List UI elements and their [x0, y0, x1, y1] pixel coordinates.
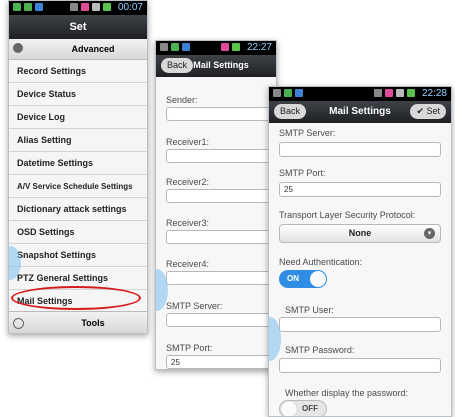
- usb-icon: [160, 43, 168, 51]
- signal-icon: [24, 3, 32, 11]
- chevron-down-icon: ▾: [424, 228, 435, 239]
- menu-item-device-status[interactable]: Device Status: [9, 83, 147, 106]
- wifi-icon: [92, 3, 100, 11]
- smtp-user-label: SMTP User:: [285, 305, 334, 315]
- mail-settings-screen-2: 22:28 Back Mail Settings ✔ Set SMTP Serv…: [268, 86, 452, 417]
- usb-icon: [13, 3, 21, 11]
- menu-item-device-log[interactable]: Device Log: [9, 106, 147, 129]
- smtp-port-input[interactable]: 25: [166, 355, 274, 369]
- smtp-password-label: SMTP Password:: [285, 345, 355, 355]
- menu-item-av-service-schedule[interactable]: A/V Service Schedule Settings: [9, 175, 147, 198]
- signal-icon: [284, 89, 292, 97]
- usb-icon: [273, 89, 281, 97]
- tools-footer[interactable]: Tools: [9, 311, 147, 333]
- smtp-server-input[interactable]: [279, 142, 441, 157]
- auth-label: Need Authentication:: [279, 257, 363, 267]
- display-password-label: Whether display the password:: [285, 388, 409, 398]
- app-icon: [182, 43, 190, 51]
- tls-select[interactable]: None ▾: [279, 224, 441, 243]
- sender-label: Sender:: [166, 95, 198, 105]
- smtp-user-input[interactable]: [279, 317, 441, 332]
- display-password-toggle[interactable]: OFF: [279, 400, 327, 416]
- receiver3-input[interactable]: [166, 230, 274, 244]
- menu-item-record-settings[interactable]: Record Settings: [9, 60, 147, 83]
- tls-select-value: None: [348, 228, 372, 238]
- status-bar: 00:07: [9, 1, 147, 15]
- title-bar: Set: [9, 15, 147, 39]
- menu-item-osd-settings[interactable]: OSD Settings: [9, 221, 147, 244]
- set-label: Set: [426, 106, 440, 116]
- mail-icon: [221, 43, 229, 51]
- auth-toggle-label: ON: [287, 274, 299, 283]
- notification-icon: [374, 89, 382, 97]
- sender-input[interactable]: [166, 107, 274, 121]
- receiver4-label: Receiver4:: [166, 259, 210, 269]
- battery-icon: [103, 3, 111, 11]
- page-title: Set: [69, 21, 87, 33]
- toggle-knob: [310, 271, 326, 287]
- status-bar: 22:28: [269, 87, 451, 101]
- smtp-server-label: SMTP Server:: [166, 301, 223, 311]
- section-header-label: Advanced: [71, 44, 115, 54]
- status-time: 22:27: [246, 42, 272, 53]
- receiver2-label: Receiver2:: [166, 177, 210, 187]
- section-header[interactable]: Advanced: [9, 39, 147, 60]
- menu-item-snapshot-settings[interactable]: Snapshot Settings: [9, 244, 147, 267]
- receiver1-input[interactable]: [166, 149, 274, 163]
- settings-screen: 00:07 Set Advanced Record Settings Devic…: [8, 0, 148, 334]
- page-title: Mail Settings: [193, 60, 249, 70]
- smtp-password-input[interactable]: [279, 358, 441, 373]
- title-bar: Back Mail Settings: [156, 55, 276, 77]
- menu-item-alias-setting[interactable]: Alias Setting: [9, 129, 147, 152]
- smtp-server-label: SMTP Server:: [279, 128, 336, 138]
- receiver4-input[interactable]: [166, 271, 274, 285]
- tls-label: Transport Layer Security Protocol:: [279, 210, 416, 220]
- mail-settings-highlight: [11, 286, 141, 310]
- receiver3-label: Receiver3:: [166, 218, 210, 228]
- mail-icon: [81, 3, 89, 11]
- mail-icon: [385, 89, 393, 97]
- menu-item-datetime-settings[interactable]: Datetime Settings: [9, 152, 147, 175]
- notification-icon: [70, 3, 78, 11]
- status-bar: 22:27: [156, 41, 276, 55]
- battery-icon: [407, 89, 415, 97]
- smtp-port-label: SMTP Port:: [279, 168, 326, 178]
- smtp-port-label: SMTP Port:: [166, 343, 213, 353]
- auth-toggle[interactable]: ON: [279, 270, 327, 288]
- display-password-toggle-label: OFF: [302, 404, 318, 413]
- title-bar: Back Mail Settings ✔ Set: [269, 101, 451, 123]
- mail-settings-screen-1: 22:27 Back Mail Settings Sender: Receive…: [155, 40, 277, 370]
- checkmark-icon: ✔: [416, 106, 427, 116]
- wifi-icon: [396, 89, 404, 97]
- status-time: 00:07: [117, 2, 143, 13]
- app-icon: [35, 3, 43, 11]
- battery-icon: [232, 43, 240, 51]
- menu-item-dictionary-attack[interactable]: Dictionary attack settings: [9, 198, 147, 221]
- smtp-server-input[interactable]: [166, 313, 274, 327]
- receiver1-label: Receiver1:: [166, 137, 210, 147]
- status-time: 22:28: [421, 88, 447, 99]
- receiver2-input[interactable]: [166, 189, 274, 203]
- set-button[interactable]: ✔ Set: [410, 104, 446, 119]
- app-icon: [295, 89, 303, 97]
- smtp-port-input[interactable]: 25: [279, 182, 441, 197]
- tools-label: Tools: [81, 318, 105, 328]
- signal-icon: [171, 43, 179, 51]
